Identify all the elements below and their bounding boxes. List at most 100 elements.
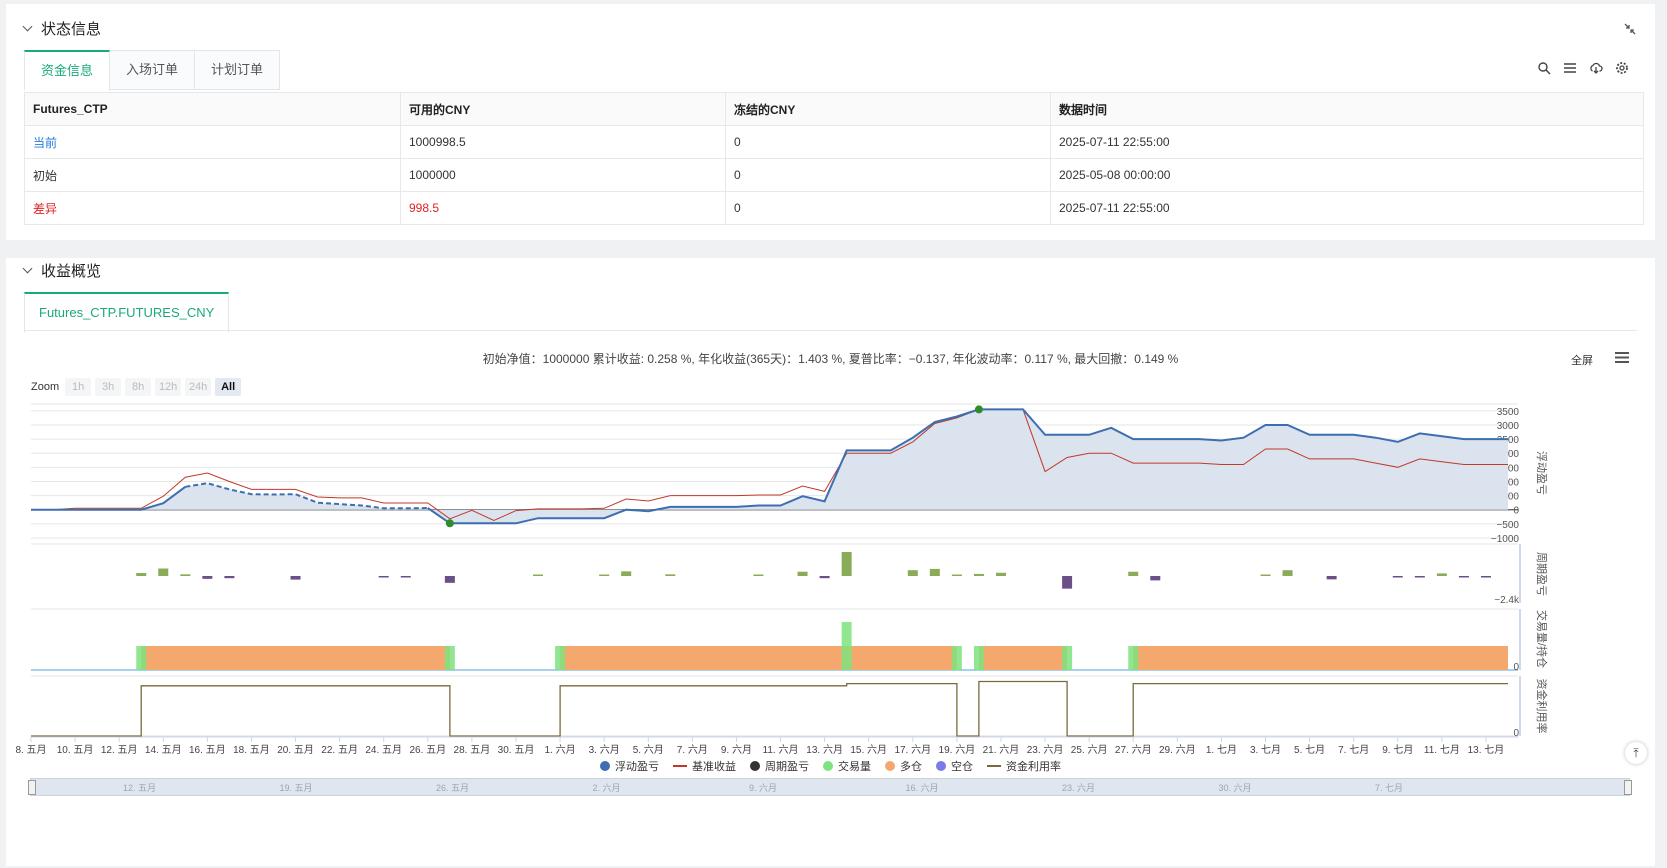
table-header-row: Futures_CTP 可用的CNY 冻结的CNY 数据时间 [24,92,1644,126]
volume-bar [136,646,147,670]
navigator-label: 23. 六月 [1062,783,1096,793]
period-pl-bar [180,574,191,576]
status-tabs: 资金信息 入场订单 计划订单 [24,50,281,91]
legend-item-volume[interactable]: 交易量 [823,758,871,774]
navigator-label: 9. 六月 [749,783,778,793]
long-position-bar [141,646,450,670]
long-position-bar [978,646,1068,670]
status-panel-title: 状态信息 [41,21,102,38]
period-pl-bar [973,573,984,576]
navigator-label: 19. 五月 [279,783,313,793]
period-pl-bar [1392,576,1403,578]
y-tick-label: 0 [1513,662,1519,673]
table-cell: 998.5 [400,191,726,225]
row-label-initial: 初始 [24,158,401,192]
period-pl-bar [378,576,389,578]
period-pl-bar [1458,576,1469,578]
x-tick-label: 25. 六月 [1071,744,1108,756]
period-pl-bar [290,576,301,580]
y-tick-label: 0 [1513,506,1519,517]
profit-panel: 收益概览 Futures_CTP.FUTURES_CNY 初始净值：100000… [6,258,1655,866]
legend-item-float-pl[interactable]: 浮动盈亏 [600,758,659,774]
x-tick-label: 15. 六月 [850,744,887,756]
legend-marker [600,761,610,771]
period-pl-bar [599,574,610,576]
long-position-bar [1133,646,1508,670]
gear-icon[interactable] [1615,61,1629,75]
x-tick-label: 14. 五月 [145,744,182,756]
x-tick-label: 26. 五月 [409,744,446,756]
x-tick-label: 20. 五月 [277,744,314,756]
period-pl-bar [753,574,764,576]
x-tick-label: 5. 七月 [1294,744,1325,756]
period-pl-bar [1480,576,1491,578]
volume-bar [841,622,852,670]
x-tick-label: 22. 五月 [321,744,358,756]
y-tick-label: −500 [1496,520,1519,531]
x-tick-label: 18. 五月 [233,744,270,756]
x-tick-label: 3. 七月 [1250,744,1281,756]
x-tick-label: 13. 七月 [1468,744,1505,756]
table-cell: 0 [725,125,1051,159]
navigator-right-handle[interactable] [1624,780,1632,795]
period-pl-bar [1282,570,1293,576]
table-row: 差异 998.5 0 2025-07-11 22:55:00 [24,191,1644,225]
x-tick-label: 12. 五月 [101,744,138,756]
legend-item-period-pl[interactable]: 周期盈亏 [750,758,809,774]
range-navigator[interactable]: 12. 五月 19. 五月 26. 五月 2. 六月 9. 六月 16. 六月 23. 六月… [28,778,1632,796]
x-tick-label: 3. 六月 [589,744,620,756]
back-to-top-button[interactable]: ⤒ [1625,742,1647,764]
column-header: 冻结的CNY [725,92,1051,126]
period-pl-bar [400,576,411,578]
legend-item-utilization[interactable]: 资金利用率 [987,758,1061,774]
profit-chart[interactable]: 3500300025002000150010005000−500−1000浮动盈… [6,258,1655,758]
legend-label: 资金利用率 [1006,761,1061,773]
x-tick-label: 19. 六月 [939,744,976,756]
navigator-label: 30. 六月 [1218,783,1252,793]
legend-item-long[interactable]: 多仓 [885,758,922,774]
cloud-download-icon[interactable] [1589,61,1603,75]
column-header: 可用的CNY [400,92,726,126]
period-pl-bar [224,576,235,579]
account-table: Futures_CTP 可用的CNY 冻结的CNY 数据时间 当前 100099… [24,92,1644,225]
legend-label: 浮动盈亏 [615,761,659,773]
period-pl-bar [202,576,213,579]
search-icon[interactable] [1537,61,1551,75]
period-pl-bar [1150,576,1161,581]
period-pl-bar [158,568,169,576]
tab-plan-orders[interactable]: 计划订单 [195,50,281,90]
column-header: Futures_CTP [24,92,401,126]
list-icon[interactable] [1563,61,1577,75]
y-tick-label: 3500 [1497,407,1520,418]
collapse-icon[interactable] [1623,22,1637,36]
column-header: 数据时间 [1050,92,1644,126]
navigator-left-handle[interactable] [28,780,36,795]
table-row: 初始 1000000 0 2025-05-08 00:00:00 [24,158,1644,192]
extreme-marker [974,405,983,414]
status-panel-header[interactable]: 状态信息 [22,18,102,39]
period-pl-bar [819,576,830,579]
legend-label: 空仓 [951,761,973,773]
period-pl-bar [1414,576,1425,578]
legend-label: 交易量 [838,761,871,773]
chart-legend: 浮动盈亏 基准收益 周期盈亏 交易量 多仓 空仓 资金利用率 [6,758,1655,774]
table-row: 当前 1000998.5 0 2025-07-11 22:55:00 [24,125,1644,159]
legend-item-benchmark[interactable]: 基准收益 [673,758,736,774]
period-pl-bar [797,571,808,576]
extreme-marker [445,519,454,528]
table-cell: 0 [725,191,1051,225]
row-label-current[interactable]: 当前 [24,125,401,159]
legend-item-short[interactable]: 空仓 [936,758,973,774]
x-tick-label: 7. 七月 [1338,744,1369,756]
legend-label: 多仓 [900,761,922,773]
period-pl-bar [1436,573,1447,576]
tab-entry-orders[interactable]: 入场订单 [110,50,196,90]
x-tick-label: 24. 五月 [365,744,402,756]
chevron-down-icon[interactable] [22,21,33,32]
navigator-label: 7. 七月 [1375,783,1404,793]
volume-bar [1062,646,1073,670]
period-pl-bar [533,574,544,576]
x-tick-label: 10. 五月 [57,744,94,756]
tab-funds[interactable]: 资金信息 [24,50,111,91]
long-position-bar [560,646,957,670]
